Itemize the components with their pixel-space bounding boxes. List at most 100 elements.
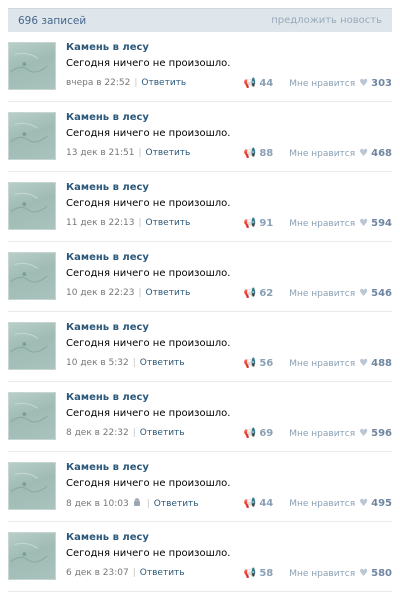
megaphone-icon[interactable]: 📢 (244, 358, 256, 369)
reply-link[interactable]: Ответить (141, 78, 186, 88)
like-button-label[interactable]: Мне нравится (289, 429, 355, 439)
share-count[interactable]: 69 (259, 428, 273, 439)
post-avatar[interactable] (8, 112, 56, 160)
like-button-label[interactable]: Мне нравится (289, 359, 355, 369)
like-count[interactable]: 488 (371, 358, 392, 369)
post-date[interactable]: 8 дек в 22:32 (66, 428, 129, 438)
post-actions: 📢 91 Мне нравится ♥ 594 (244, 218, 392, 229)
post-author[interactable]: Камень в лесу (66, 42, 149, 53)
meta-separator: | (138, 288, 142, 298)
like-button-label[interactable]: Мне нравится (289, 289, 355, 299)
reply-link[interactable]: Ответить (146, 148, 191, 158)
post-date[interactable]: 10 дек в 5:32 (66, 358, 129, 368)
like-count[interactable]: 303 (371, 78, 392, 89)
post-avatar[interactable] (8, 252, 56, 300)
megaphone-icon[interactable]: 📢 (244, 428, 256, 439)
post-avatar[interactable] (8, 322, 56, 370)
share-count[interactable]: 91 (259, 218, 273, 229)
like-count[interactable]: 596 (371, 428, 392, 439)
post-author[interactable]: Камень в лесу (66, 112, 149, 123)
records-count[interactable]: 696 записей (18, 15, 86, 27)
post-meta: 11 дек в 22:13 | Ответить (66, 218, 190, 228)
reply-link[interactable]: Ответить (146, 218, 191, 228)
meta-separator: | (132, 358, 136, 368)
like-button-label[interactable]: Мне нравится (289, 219, 355, 229)
wall-header: 696 записей предложить новость (8, 8, 392, 32)
megaphone-icon[interactable]: 📢 (244, 498, 256, 509)
post-text: Сегодня ничего не произошло. (66, 338, 231, 349)
heart-icon[interactable]: ♥ (359, 358, 368, 369)
post-avatar[interactable] (8, 392, 56, 440)
megaphone-icon[interactable]: 📢 (244, 218, 256, 229)
like-count[interactable]: 546 (371, 288, 392, 299)
post-author[interactable]: Камень в лесу (66, 252, 149, 263)
like-button-label[interactable]: Мне нравится (289, 499, 355, 509)
post-author[interactable]: Камень в лесу (66, 392, 149, 403)
wall-post: Камень в лесу Сегодня ничего не произошл… (8, 102, 392, 172)
meta-separator: | (138, 148, 142, 158)
megaphone-icon[interactable]: 📢 (244, 148, 256, 159)
heart-icon[interactable]: ♥ (359, 288, 368, 299)
like-button-label[interactable]: Мне нравится (289, 149, 355, 159)
like-button-label[interactable]: Мне нравится (289, 569, 355, 579)
megaphone-icon[interactable]: 📢 (244, 288, 256, 299)
suggest-news-link[interactable]: предложить новость (271, 15, 382, 26)
share-count[interactable]: 44 (259, 498, 273, 509)
reply-link[interactable]: Ответить (146, 288, 191, 298)
post-meta: 6 дек в 23:07 | Ответить (66, 568, 185, 578)
post-actions: 📢 44 Мне нравится ♥ 303 (244, 78, 392, 89)
post-meta: 8 дек в 10:03 | Ответить (66, 498, 199, 510)
post-avatar[interactable] (8, 462, 56, 510)
meta-separator: | (146, 499, 150, 509)
share-count[interactable]: 56 (259, 358, 273, 369)
megaphone-icon[interactable]: 📢 (244, 568, 256, 579)
like-button-label[interactable]: Мне нравится (289, 79, 355, 89)
post-date[interactable]: вчера в 22:52 (66, 78, 130, 88)
share-count[interactable]: 62 (259, 288, 273, 299)
post-author[interactable]: Камень в лесу (66, 532, 149, 543)
post-date[interactable]: 13 дек в 21:51 (66, 148, 134, 158)
post-date[interactable]: 8 дек в 10:03 (66, 499, 129, 509)
heart-icon[interactable]: ♥ (359, 78, 368, 89)
wall-feed: Камень в лесу Сегодня ничего не произошл… (8, 32, 392, 592)
reply-link[interactable]: Ответить (140, 568, 185, 578)
share-count[interactable]: 44 (259, 78, 273, 89)
post-date[interactable]: 6 дек в 23:07 (66, 568, 129, 578)
like-count[interactable]: 468 (371, 148, 392, 159)
post-actions: 📢 88 Мне нравится ♥ 468 (244, 148, 392, 159)
heart-icon[interactable]: ♥ (359, 148, 368, 159)
reply-link[interactable]: Ответить (140, 428, 185, 438)
post-text: Сегодня ничего не произошло. (66, 268, 231, 279)
reply-link[interactable]: Ответить (154, 499, 199, 509)
post-date[interactable]: 10 дек в 22:23 (66, 288, 134, 298)
heart-icon[interactable]: ♥ (359, 568, 368, 579)
reply-link[interactable]: Ответить (140, 358, 185, 368)
post-meta: вчера в 22:52 | Ответить (66, 78, 186, 88)
heart-icon[interactable]: ♥ (359, 428, 368, 439)
post-actions: 📢 69 Мне нравится ♥ 596 (244, 428, 392, 439)
post-author[interactable]: Камень в лесу (66, 182, 149, 193)
post-avatar[interactable] (8, 532, 56, 580)
like-count[interactable]: 594 (371, 218, 392, 229)
wall-post: Камень в лесу Сегодня ничего не произошл… (8, 382, 392, 452)
heart-icon[interactable]: ♥ (359, 498, 368, 509)
like-count[interactable]: 495 (371, 498, 392, 509)
heart-icon[interactable]: ♥ (359, 218, 368, 229)
wall-post: Камень в лесу Сегодня ничего не произошл… (8, 242, 392, 312)
post-meta: 8 дек в 22:32 | Ответить (66, 428, 185, 438)
megaphone-icon[interactable]: 📢 (244, 78, 256, 89)
post-avatar[interactable] (8, 42, 56, 90)
wall-post: Камень в лесу Сегодня ничего не произошл… (8, 522, 392, 592)
post-actions: 📢 58 Мне нравится ♥ 580 (244, 568, 392, 579)
meta-separator: | (134, 78, 138, 88)
post-text: Сегодня ничего не произошло. (66, 128, 231, 139)
post-avatar[interactable] (8, 182, 56, 230)
post-date[interactable]: 11 дек в 22:13 (66, 218, 134, 228)
meta-separator: | (132, 428, 136, 438)
post-text: Сегодня ничего не произошло. (66, 198, 231, 209)
like-count[interactable]: 580 (371, 568, 392, 579)
share-count[interactable]: 58 (259, 568, 273, 579)
share-count[interactable]: 88 (259, 148, 273, 159)
post-author[interactable]: Камень в лесу (66, 322, 149, 333)
post-author[interactable]: Камень в лесу (66, 462, 149, 473)
